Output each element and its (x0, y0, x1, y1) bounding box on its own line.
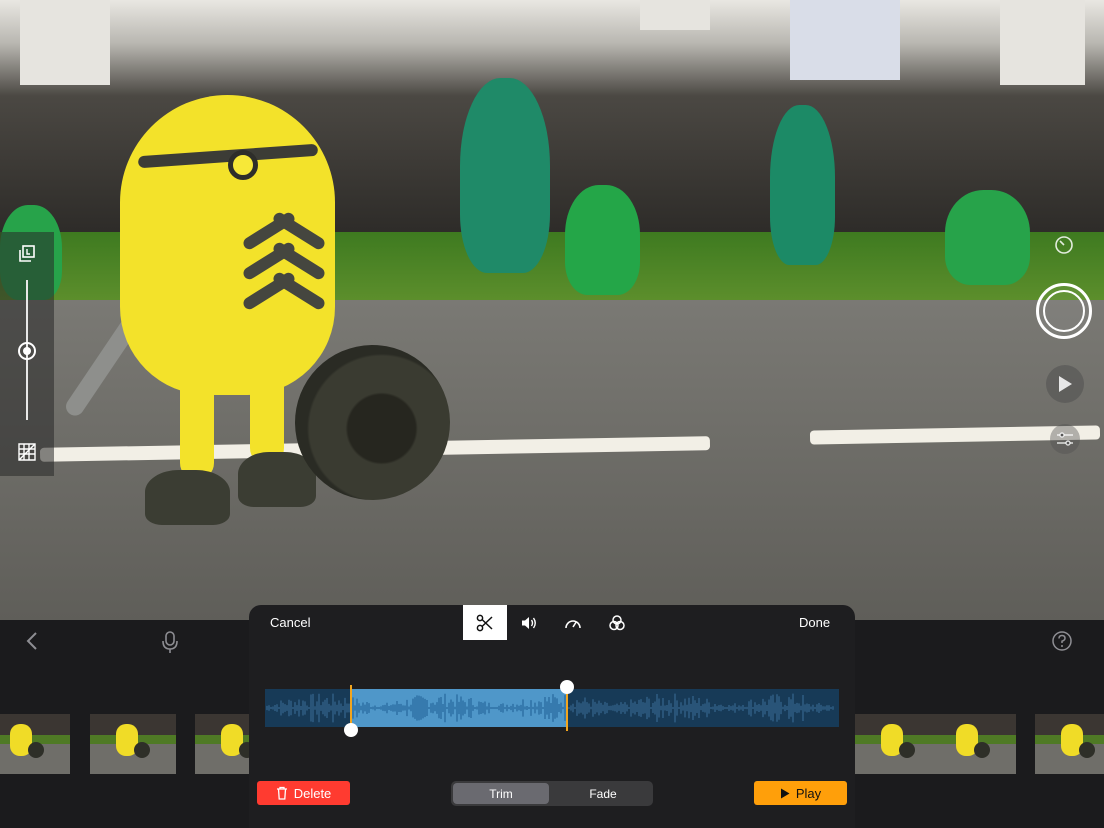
speaker-icon (522, 616, 536, 629)
microphone-icon[interactable] (160, 630, 180, 658)
frame-tire (899, 742, 915, 758)
frame-tire (974, 742, 990, 758)
speedometer-icon (565, 619, 581, 628)
film-frame[interactable] (0, 714, 70, 774)
trash-icon (276, 786, 287, 800)
app-window: Cancel Done Delete Trim Fade Play (0, 0, 1104, 828)
robot-leg (180, 370, 214, 480)
delete-label: Delete (293, 785, 332, 801)
record-circle-icon (1043, 290, 1085, 332)
play-button[interactable]: Play (754, 781, 847, 805)
play-icon (1059, 376, 1072, 392)
robot-leg (250, 365, 284, 465)
frame-tire (1079, 742, 1095, 758)
timer-icon[interactable] (1050, 232, 1078, 256)
record-button[interactable] (1036, 283, 1092, 339)
tab-speed[interactable] (551, 605, 595, 640)
scene-tree (945, 190, 1030, 285)
play-preview-button[interactable] (1046, 365, 1084, 403)
layers-icon[interactable] (16, 244, 38, 266)
play-icon (780, 788, 790, 798)
scissors-icon (476, 614, 493, 631)
scene-pillar (640, 0, 710, 30)
zoom-panel (0, 232, 54, 476)
scene-pillar (790, 0, 900, 80)
tab-trim[interactable] (463, 605, 507, 640)
camera-viewport[interactable] (0, 0, 1104, 620)
robot-foot (145, 470, 230, 525)
trim-start-handle[interactable] (344, 723, 358, 737)
film-frame[interactable] (930, 714, 1016, 774)
tab-volume[interactable] (507, 605, 551, 640)
film-frame[interactable] (855, 714, 941, 774)
tab-filters[interactable] (595, 605, 639, 640)
segment-fade[interactable]: Fade (555, 783, 651, 804)
audio-edit-panel: Cancel Done Delete Trim Fade Play (249, 605, 855, 828)
grid-icon[interactable] (16, 442, 38, 464)
chevron-left-icon[interactable] (24, 630, 40, 656)
sliders-icon[interactable] (1050, 424, 1080, 454)
scene-pillar (20, 0, 110, 85)
trim-fade-segmented-control: Trim Fade (451, 781, 653, 806)
frame-tire (134, 742, 150, 758)
cancel-button[interactable]: Cancel (270, 615, 310, 631)
zoom-slider-knob[interactable] (18, 342, 36, 360)
done-button[interactable]: Done (799, 615, 830, 631)
clay-robot (120, 95, 335, 395)
scene-tree (460, 78, 550, 273)
robot-eye (228, 150, 258, 180)
frame-tire (28, 742, 44, 758)
scene-pillar (1000, 0, 1085, 85)
film-frame[interactable] (90, 714, 176, 774)
scene-tree (565, 185, 640, 295)
scene-tree (770, 105, 835, 265)
play-label: Play (795, 785, 822, 801)
trim-end-handle[interactable] (560, 680, 574, 694)
filters-icon (609, 614, 625, 630)
help-icon[interactable] (1051, 630, 1073, 656)
film-frame[interactable] (1035, 714, 1104, 774)
segment-trim[interactable]: Trim (453, 783, 549, 804)
delete-button[interactable]: Delete (257, 781, 350, 805)
